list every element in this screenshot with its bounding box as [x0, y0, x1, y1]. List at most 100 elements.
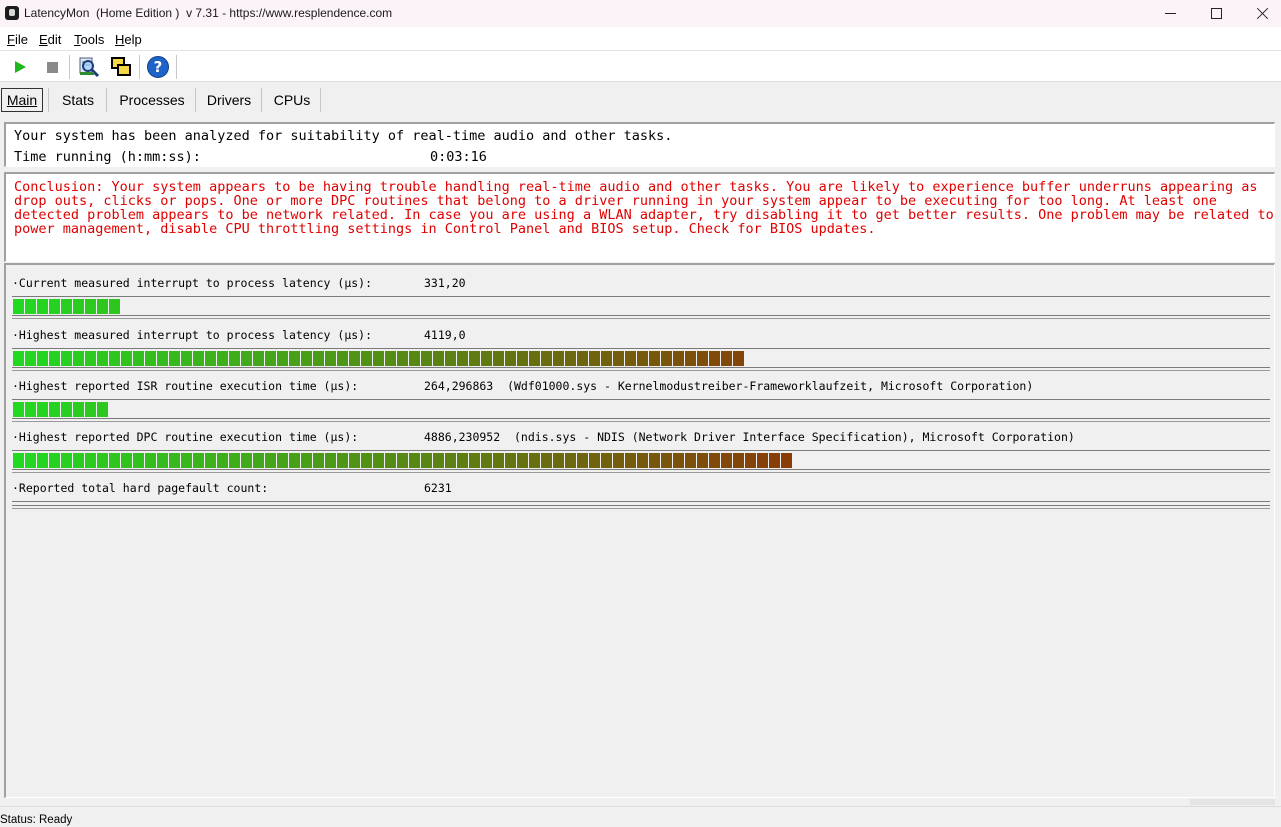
bar-segment — [85, 402, 96, 417]
bar-segment — [85, 299, 96, 314]
bar-segment — [553, 453, 564, 468]
bar-segment — [277, 351, 288, 366]
analyze-button[interactable] — [77, 55, 101, 79]
bar-segment — [217, 351, 228, 366]
tab-cpus[interactable]: CPUs — [264, 88, 320, 112]
bar-segment — [169, 453, 180, 468]
bar-segment — [757, 453, 768, 468]
bar-segment — [661, 351, 672, 366]
bar-segment — [205, 351, 216, 366]
bar-segment — [253, 453, 264, 468]
bar-segment — [109, 299, 120, 314]
current-latency-value: 331,20 — [424, 276, 466, 290]
tab-main-label: Main — [6, 92, 38, 108]
bar-segment — [577, 453, 588, 468]
bar-segment — [241, 453, 252, 468]
bar-segment — [385, 453, 396, 468]
tab-divider — [195, 88, 196, 112]
maximize-button[interactable] — [1193, 0, 1239, 27]
bar-segment — [445, 453, 456, 468]
tab-drivers[interactable]: Drivers — [198, 88, 260, 112]
isr-time-bar — [12, 399, 1270, 422]
pagefault-value: 6231 — [424, 481, 452, 495]
tab-processes[interactable]: Processes — [110, 88, 194, 112]
bar-segment — [625, 351, 636, 366]
bar-segment — [61, 351, 72, 366]
bar-segment — [637, 351, 648, 366]
bar-segment — [97, 402, 108, 417]
bar-segment — [37, 299, 48, 314]
window-button[interactable] — [109, 55, 133, 79]
bar-segment — [133, 453, 144, 468]
close-button[interactable] — [1239, 0, 1281, 27]
bar-segment — [385, 351, 396, 366]
menu-help[interactable]: Help — [115, 32, 142, 47]
tab-divider — [48, 88, 49, 112]
bar-segment — [601, 351, 612, 366]
bar-segment — [613, 351, 624, 366]
menu-file[interactable]: File — [7, 32, 28, 47]
toolbar-separator — [176, 55, 177, 79]
bar-segment — [721, 453, 732, 468]
bar-segment — [373, 453, 384, 468]
bar-segment — [553, 351, 564, 366]
help-button[interactable]: ? — [146, 55, 170, 79]
bar-segment — [49, 402, 60, 417]
bar-segment — [685, 351, 696, 366]
bar-segment — [13, 453, 24, 468]
bar-segment — [469, 453, 480, 468]
bar-segment — [337, 351, 348, 366]
stop-button[interactable] — [40, 55, 64, 79]
bar-segment — [289, 453, 300, 468]
bar-segment — [769, 453, 780, 468]
menu-tools[interactable]: Tools — [74, 32, 104, 47]
tab-main[interactable]: Main — [1, 88, 43, 112]
bar-segment — [409, 351, 420, 366]
bar-segment — [49, 453, 60, 468]
close-icon — [1256, 7, 1269, 20]
time-running-label: Time running (h:mm:ss): — [14, 149, 201, 165]
bar-segment — [601, 453, 612, 468]
tab-divider — [320, 88, 321, 112]
bar-segment — [337, 453, 348, 468]
bar-segment — [229, 453, 240, 468]
bar-segment — [709, 351, 720, 366]
bar-segment — [613, 453, 624, 468]
bar-segment — [733, 453, 744, 468]
bar-segment — [25, 351, 36, 366]
bar-segment — [469, 351, 480, 366]
bar-segment — [517, 351, 528, 366]
horizontal-scrollbar[interactable] — [1190, 799, 1275, 805]
bar-segment — [721, 351, 732, 366]
bar-segment — [493, 351, 504, 366]
toolbar-separator — [69, 55, 70, 79]
minimize-button[interactable] — [1147, 0, 1193, 27]
bar-segment — [673, 453, 684, 468]
bar-segment — [205, 453, 216, 468]
bar-segment — [697, 453, 708, 468]
metrics-panel: ·Current measured interrupt to process l… — [4, 263, 1275, 798]
bar-segment — [505, 351, 516, 366]
bar-segment — [541, 351, 552, 366]
app-icon — [5, 6, 19, 20]
dpc-time-label: ·Highest reported DPC routine execution … — [12, 430, 359, 444]
bar-segment — [397, 453, 408, 468]
bar-segment — [373, 351, 384, 366]
conclusion-panel: Conclusion: Your system appears to be ha… — [4, 172, 1275, 262]
bar-segment — [505, 453, 516, 468]
toolbar-separator — [139, 55, 140, 79]
bar-segment — [61, 299, 72, 314]
bar-segment — [445, 351, 456, 366]
bar-segment — [289, 351, 300, 366]
bar-segment — [325, 351, 336, 366]
bar-segment — [85, 351, 96, 366]
window-icon — [111, 57, 131, 77]
menu-edit[interactable]: Edit — [39, 32, 61, 47]
start-button[interactable] — [8, 55, 32, 79]
bar-segment — [781, 453, 792, 468]
bar-segment — [145, 453, 156, 468]
status-text: Status: Ready — [0, 814, 73, 826]
tab-stats[interactable]: Stats — [52, 88, 104, 112]
highest-latency-label: ·Highest measured interrupt to process l… — [12, 328, 373, 342]
bar-segment — [685, 453, 696, 468]
